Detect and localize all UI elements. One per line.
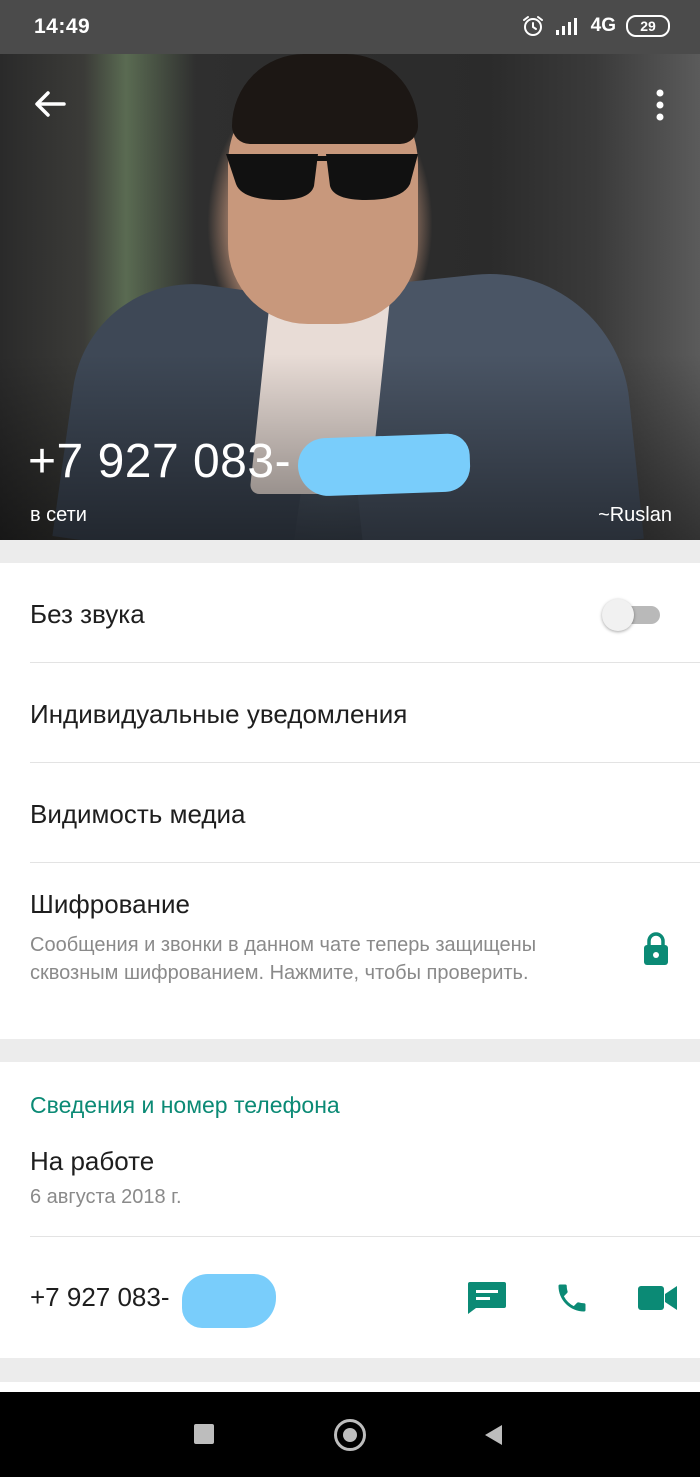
profile-header: +7 927 083- в сети ~Ruslan xyxy=(0,54,700,540)
home-circle-icon[interactable] xyxy=(334,1419,366,1451)
divider xyxy=(30,1236,700,1237)
more-vert-icon[interactable] xyxy=(650,88,670,122)
photo-shape xyxy=(232,54,418,144)
message-icon[interactable] xyxy=(466,1280,508,1314)
status-time: 14:49 xyxy=(34,15,91,38)
phone-number[interactable]: +7 927 083- xyxy=(30,1282,170,1313)
system-nav-bar xyxy=(0,1392,700,1477)
about-status[interactable]: На работе xyxy=(30,1146,154,1177)
home-dot xyxy=(343,1428,357,1442)
about-date: 6 августа 2018 г. xyxy=(30,1186,182,1208)
custom-notifications-row[interactable]: Индивидуальные уведомления xyxy=(0,663,700,763)
toggle-thumb xyxy=(602,599,634,631)
encryption-label: Шифрование xyxy=(30,889,190,919)
mute-toggle[interactable] xyxy=(602,599,660,631)
mute-row[interactable]: Без звука xyxy=(0,563,700,663)
custom-notifications-label: Индивидуальные уведомления xyxy=(30,699,408,729)
presence-status: в сети xyxy=(30,504,87,526)
video-call-icon[interactable] xyxy=(638,1284,678,1312)
redaction-mark xyxy=(297,433,471,497)
status-indicators: 4G 29 xyxy=(521,14,670,38)
next-card-edge xyxy=(0,1382,700,1392)
push-name: ~Ruslan xyxy=(598,504,672,526)
sunglasses-shape xyxy=(226,154,418,200)
back-triangle-icon[interactable] xyxy=(482,1423,504,1447)
chat-settings-card: Без звука Индивидуальные уведомления Вид… xyxy=(0,563,700,1039)
phone-call-icon[interactable] xyxy=(554,1280,590,1316)
media-visibility-label: Видимость медиа xyxy=(30,799,246,829)
encryption-row[interactable]: Шифрование Сообщения и звонки в данном ч… xyxy=(0,863,700,1039)
contact-number: +7 927 083- xyxy=(28,435,292,488)
contact-info-card: Сведения и номер телефона На работе 6 ав… xyxy=(0,1062,700,1358)
redaction-mark xyxy=(182,1274,276,1328)
status-bar: 14:49 4G 29 xyxy=(0,0,700,54)
recents-square-icon[interactable] xyxy=(194,1424,214,1444)
media-visibility-row[interactable]: Видимость медиа xyxy=(0,763,700,863)
battery-indicator: 29 xyxy=(626,15,670,37)
network-type: 4G xyxy=(590,15,616,36)
back-arrow-icon[interactable] xyxy=(30,84,70,124)
encryption-description: Сообщения и звонки в данном чате теперь … xyxy=(30,934,537,984)
alarm-icon xyxy=(522,16,543,36)
section-title: Сведения и номер телефона xyxy=(30,1092,340,1118)
lock-icon xyxy=(644,932,668,965)
mute-label: Без звука xyxy=(30,599,145,629)
signal-icon xyxy=(555,18,577,35)
